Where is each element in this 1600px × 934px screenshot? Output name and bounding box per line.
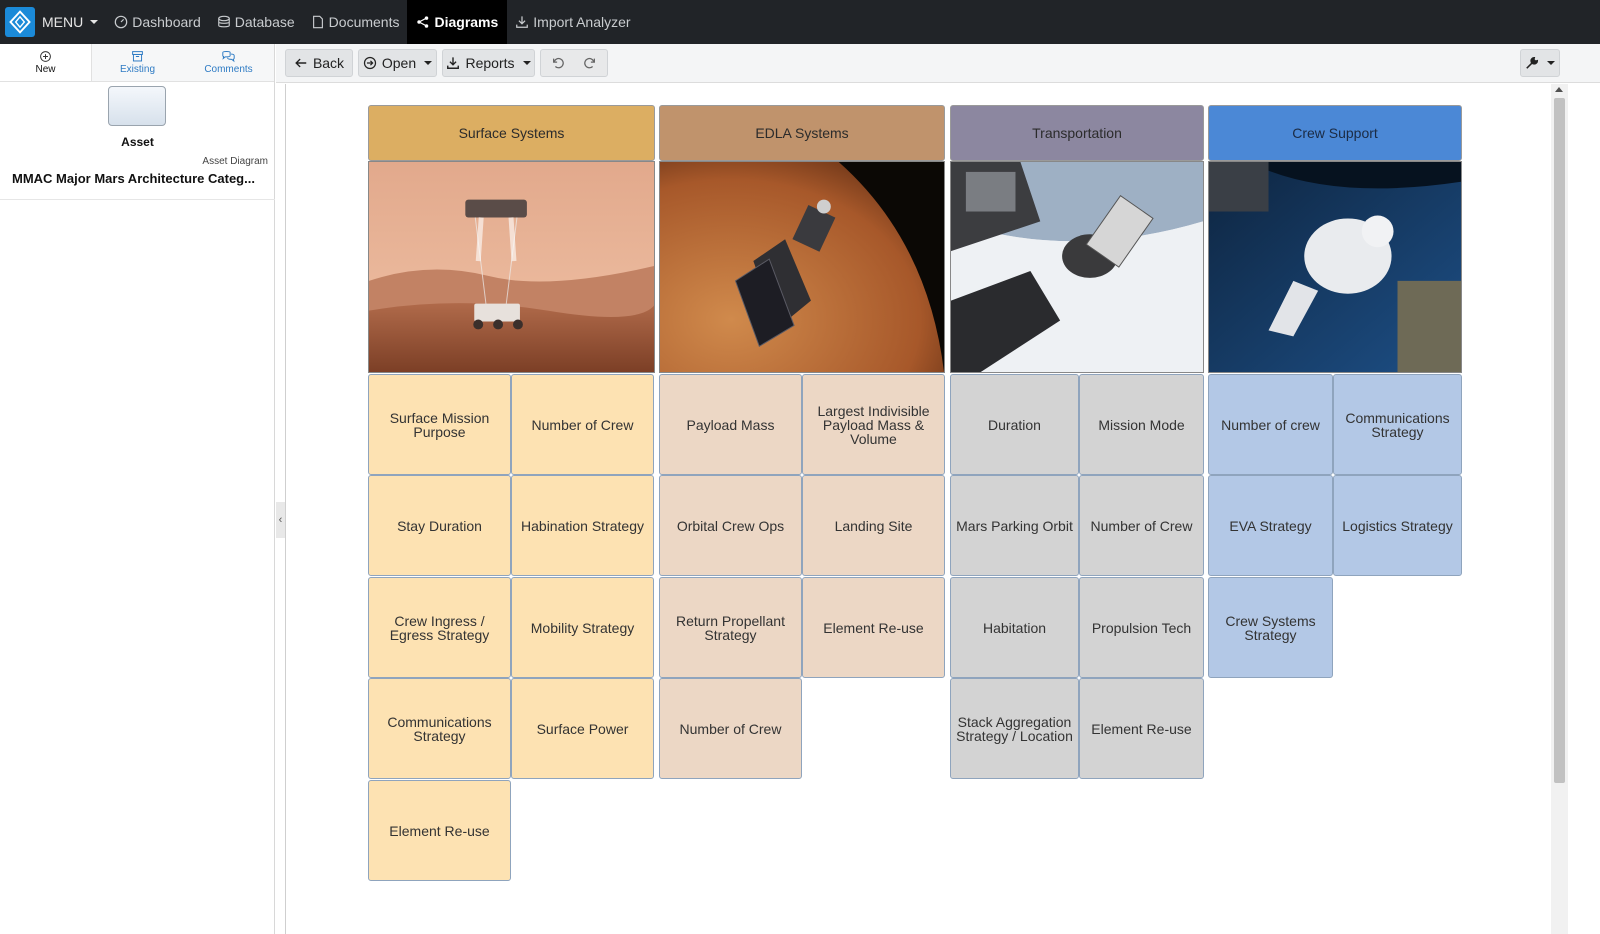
nav-diagrams-label: Diagrams — [434, 14, 499, 30]
cell-duration[interactable]: Duration — [950, 374, 1079, 475]
tab-existing[interactable]: Existing — [92, 44, 183, 81]
tab-new-label: New — [35, 64, 56, 75]
document-icon — [312, 15, 323, 29]
database-icon — [217, 15, 230, 28]
cell-return-propellant-strategy[interactable]: Return Propellant Strategy — [659, 577, 802, 678]
undo-redo-group — [540, 49, 608, 77]
cell-payload-mass[interactable]: Payload Mass — [659, 374, 802, 475]
comments-icon — [222, 51, 235, 63]
nav-diagrams[interactable]: Diagrams — [407, 0, 508, 44]
tab-new[interactable]: New — [0, 44, 92, 81]
cell-crew-number-of-crew[interactable]: Number of crew — [1208, 374, 1333, 475]
cell-edla-number-of-crew[interactable]: Number of Crew — [659, 678, 802, 779]
tab-existing-label: Existing — [119, 64, 155, 75]
sidebar-divider — [0, 199, 275, 200]
cell-transport-element-reuse[interactable]: Element Re-use — [1079, 678, 1204, 779]
mars-orbiter-photo[interactable] — [659, 161, 945, 373]
cell-transport-number-of-crew[interactable]: Number of Crew — [1079, 475, 1204, 576]
settings-dropdown[interactable] — [1520, 49, 1560, 77]
caret-down-icon — [1547, 61, 1555, 65]
cell-mobility-strategy[interactable]: Mobility Strategy — [511, 577, 654, 678]
arrow-left-icon — [295, 58, 307, 68]
spacecraft-earth-photo[interactable] — [950, 161, 1204, 373]
reports-dropdown[interactable]: Reports — [442, 49, 535, 77]
nav-documents[interactable]: Documents — [303, 0, 408, 44]
redo-icon[interactable] — [583, 56, 597, 70]
menu-label: MENU — [42, 14, 84, 30]
caret-down-icon — [522, 61, 531, 65]
cell-landing-site[interactable]: Landing Site — [802, 475, 945, 576]
cell-orbital-crew-ops[interactable]: Orbital Crew Ops — [659, 475, 802, 576]
asset-label: Asset — [121, 135, 154, 149]
cell-habitation[interactable]: Habitation — [950, 577, 1079, 678]
cell-crew-ingress-egress[interactable]: Crew Ingress / Egress Strategy — [368, 577, 511, 678]
tab-comments[interactable]: Comments — [183, 44, 274, 81]
cell-eva-strategy[interactable]: EVA Strategy — [1208, 475, 1333, 576]
nav-dashboard-label: Dashboard — [132, 14, 201, 30]
cell-stay-duration[interactable]: Stay Duration — [368, 475, 511, 576]
nav-dashboard[interactable]: Dashboard — [106, 0, 209, 44]
reports-dropdown-label: Reports — [465, 55, 515, 71]
back-button[interactable]: Back — [285, 49, 353, 77]
cell-largest-indivisible-payload[interactable]: Largest Indivisible Payload Mass & Volum… — [802, 374, 945, 475]
asset-shape-thumbnail[interactable] — [108, 86, 166, 126]
open-dropdown[interactable]: Open — [358, 49, 437, 77]
wrench-icon — [1526, 56, 1539, 69]
diagram-toolbar: Back Open Reports — [276, 44, 1600, 83]
cell-surface-element-reuse[interactable]: Element Re-use — [368, 780, 511, 881]
cell-surface-number-of-crew[interactable]: Number of Crew — [511, 374, 654, 475]
column-header-transportation[interactable]: Transportation — [950, 105, 1204, 161]
scrollbar-thumb[interactable] — [1554, 98, 1565, 783]
astronaut-eva-photo[interactable] — [1208, 161, 1462, 373]
cell-habination-strategy[interactable]: Habination Strategy — [511, 475, 654, 576]
vertical-scrollbar[interactable] — [1551, 84, 1568, 934]
tab-comments-label: Comments — [204, 64, 253, 75]
menu-dropdown[interactable]: MENU — [35, 0, 106, 44]
diagram-icon — [417, 16, 429, 28]
dashboard-icon — [114, 15, 128, 29]
cell-surface-mission-purpose[interactable]: Surface Mission Purpose — [368, 374, 511, 475]
cell-mission-mode[interactable]: Mission Mode — [1079, 374, 1204, 475]
diagram-name[interactable]: MMAC Major Mars Architecture Categ... — [12, 171, 267, 186]
nav-import-analyzer[interactable]: Import Analyzer — [507, 0, 638, 44]
back-button-label: Back — [312, 55, 345, 71]
nav-database[interactable]: Database — [209, 0, 303, 44]
app-logo-icon[interactable] — [5, 7, 35, 37]
undo-icon[interactable] — [551, 56, 565, 70]
cell-surface-communications[interactable]: Communications Strategy — [368, 678, 511, 779]
caret-down-icon — [424, 61, 433, 65]
cell-mars-parking-orbit[interactable]: Mars Parking Orbit — [950, 475, 1079, 576]
scroll-up-arrow-icon[interactable] — [1555, 87, 1563, 92]
column-header-edla-systems[interactable]: EDLA Systems — [659, 105, 945, 161]
column-header-crew-support[interactable]: Crew Support — [1208, 105, 1462, 161]
column-header-surface-systems[interactable]: Surface Systems — [368, 105, 655, 161]
top-navbar: MENU Dashboard Database Documents Diagra… — [0, 0, 1600, 44]
nav-database-label: Database — [234, 14, 295, 30]
chevron-left-icon: ‹ — [278, 514, 283, 526]
diagram-type-label: Asset Diagram — [202, 156, 268, 167]
cell-crew-communications[interactable]: Communications Strategy — [1333, 374, 1462, 475]
left-sidebar: New Existing Comments Asset Asset Diagra… — [0, 44, 275, 934]
sidebar-tabs: New Existing Comments — [0, 44, 274, 82]
mars-landing-photo[interactable] — [368, 161, 655, 373]
sidebar-collapse-handle[interactable]: ‹ — [276, 502, 285, 538]
nav-documents-label: Documents — [328, 14, 400, 30]
cell-edla-element-reuse[interactable]: Element Re-use — [802, 577, 945, 678]
cell-logistics-strategy[interactable]: Logistics Strategy — [1333, 475, 1462, 576]
archive-icon — [132, 51, 143, 62]
download-icon — [447, 57, 460, 69]
caret-down-icon — [90, 20, 99, 24]
cell-crew-systems-strategy[interactable]: Crew Systems Strategy — [1208, 577, 1333, 678]
open-circle-arrow-icon — [363, 56, 377, 70]
import-icon — [516, 16, 529, 28]
open-dropdown-label: Open — [381, 55, 417, 71]
nav-import-analyzer-label: Import Analyzer — [533, 14, 631, 30]
cell-stack-aggregation[interactable]: Stack Aggregation Strategy / Location — [950, 678, 1079, 779]
cell-surface-power[interactable]: Surface Power — [511, 678, 654, 779]
cell-propulsion-tech[interactable]: Propulsion Tech — [1079, 577, 1204, 678]
plus-circle-icon — [40, 51, 51, 62]
